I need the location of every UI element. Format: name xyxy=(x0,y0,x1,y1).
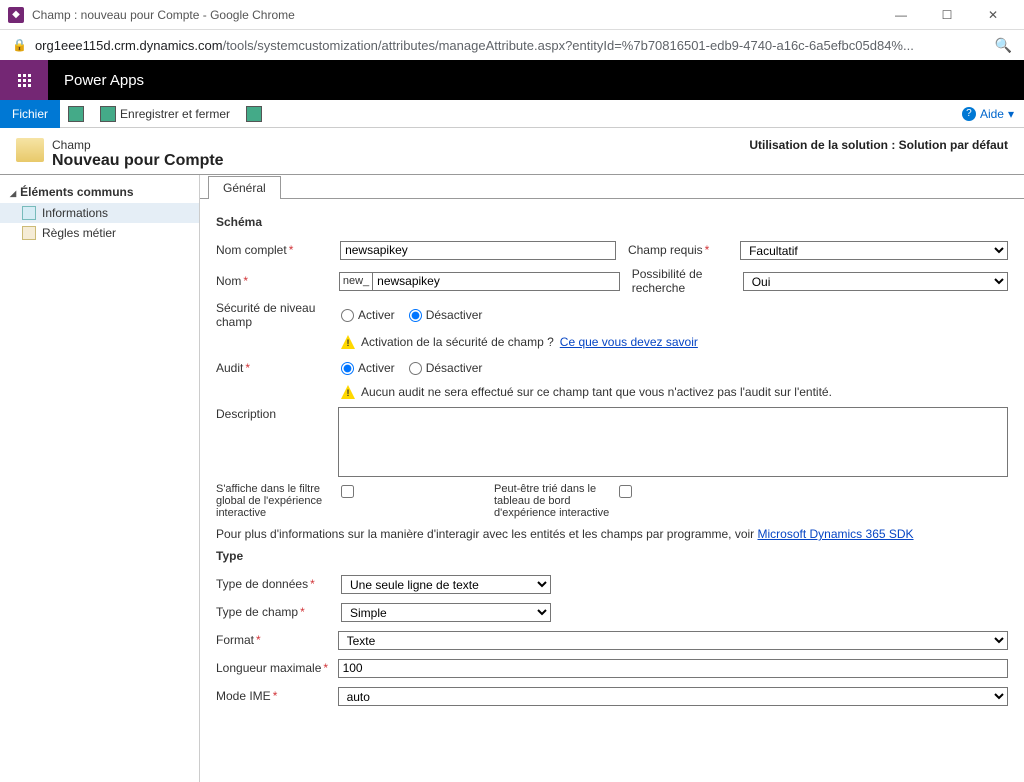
label-field-type: Type de champ* xyxy=(216,605,341,619)
label-format: Format* xyxy=(216,633,338,647)
app-header: Power Apps xyxy=(0,60,1024,100)
warning-icon xyxy=(341,335,355,349)
fs-info-link[interactable]: Ce que vous devez savoir xyxy=(560,335,698,349)
lock-icon: 🔒 xyxy=(12,38,27,52)
description-textarea[interactable] xyxy=(338,407,1008,477)
window-controls: ― ☐ ✕ xyxy=(878,0,1016,30)
audit-deactivate-radio[interactable]: Désactiver xyxy=(409,361,483,375)
left-nav: Éléments communs Informations Règles mét… xyxy=(0,175,200,782)
ime-select[interactable]: auto xyxy=(338,687,1008,706)
global-filter-checkbox[interactable] xyxy=(341,485,354,498)
tabs: Général xyxy=(200,175,1024,199)
maximize-button[interactable]: ☐ xyxy=(924,0,970,30)
rules-icon xyxy=(22,226,36,240)
label-sortable: Peut-être trié dans le tableau de bord d… xyxy=(494,483,619,519)
name-input[interactable] xyxy=(373,272,620,291)
requirement-select[interactable]: Facultatif xyxy=(740,241,1008,260)
field-type-select[interactable]: Simple xyxy=(341,603,551,622)
help-icon: ? xyxy=(962,107,976,121)
page-title: Nouveau pour Compte xyxy=(52,152,224,170)
label-ime: Mode IME* xyxy=(216,689,338,703)
content-area: Général Schéma Nom complet* Champ requis… xyxy=(200,175,1024,782)
toolbar: Fichier Enregistrer et fermer ?Aide▾ xyxy=(0,100,1024,128)
nav-item-business-rules[interactable]: Règles métier xyxy=(0,223,199,243)
help-button[interactable]: ?Aide▾ xyxy=(952,107,1024,121)
save-close-icon xyxy=(100,106,116,122)
label-audit: Audit* xyxy=(216,361,341,375)
publish-button[interactable] xyxy=(238,100,270,128)
zoom-icon[interactable]: 🔍 xyxy=(995,37,1012,54)
audit-activate-radio[interactable]: Activer xyxy=(341,361,395,375)
sdk-note: Pour plus d'informations sur la manière … xyxy=(216,527,1008,541)
save-button[interactable] xyxy=(60,100,92,128)
audit-info: Aucun audit ne sera effectué sur ce cham… xyxy=(341,385,1008,399)
save-icon xyxy=(68,106,84,122)
nav-item-informations[interactable]: Informations xyxy=(0,203,199,223)
nav-section-common[interactable]: Éléments communs xyxy=(0,181,199,203)
fs-deactivate-radio[interactable]: Désactiver xyxy=(409,308,483,322)
format-select[interactable]: Texte xyxy=(338,631,1008,650)
waffle-button[interactable] xyxy=(0,60,48,100)
label-requirement: Champ requis* xyxy=(616,243,740,257)
window-title: Champ : nouveau pour Compte - Google Chr… xyxy=(32,8,878,22)
label-display-name: Nom complet* xyxy=(216,243,340,257)
name-prefix: new_ xyxy=(339,272,373,291)
url-text[interactable]: org1eee115d.crm.dynamics.com/tools/syste… xyxy=(35,38,987,53)
solution-context: Utilisation de la solution : Solution pa… xyxy=(749,138,1008,152)
label-global-filter: S'affiche dans le filtre global de l'exp… xyxy=(216,483,341,519)
label-maxlen: Longueur maximale* xyxy=(216,661,338,675)
page-title-row: Champ Nouveau pour Compte Utilisation de… xyxy=(0,128,1024,175)
label-searchable: Possibilité de recherche xyxy=(620,267,743,295)
label-data-type: Type de données* xyxy=(216,577,341,591)
info-icon xyxy=(22,206,36,220)
warning-icon xyxy=(341,385,355,399)
close-button[interactable]: ✕ xyxy=(970,0,1016,30)
form-area: Schéma Nom complet* Champ requis* Facult… xyxy=(200,199,1024,723)
folder-icon xyxy=(16,138,44,162)
favicon-icon: ◆ xyxy=(8,7,24,23)
sortable-checkbox[interactable] xyxy=(619,485,632,498)
fs-activate-radio[interactable]: Activer xyxy=(341,308,395,322)
label-description: Description xyxy=(216,407,338,421)
fs-info: Activation de la sécurité de champ ? Ce … xyxy=(341,335,1008,349)
label-field-security: Sécurité de niveau champ xyxy=(216,301,341,329)
label-name: Nom* xyxy=(216,274,339,288)
tab-general[interactable]: Général xyxy=(208,176,281,199)
save-close-button[interactable]: Enregistrer et fermer xyxy=(92,100,238,128)
data-type-select[interactable]: Une seule ligne de texte xyxy=(341,575,551,594)
minimize-button[interactable]: ― xyxy=(878,0,924,30)
file-button[interactable]: Fichier xyxy=(0,100,60,128)
display-name-input[interactable] xyxy=(340,241,616,260)
section-type: Type xyxy=(216,549,1008,563)
browser-titlebar: ◆ Champ : nouveau pour Compte - Google C… xyxy=(0,0,1024,30)
browser-addressbar: 🔒 org1eee115d.crm.dynamics.com/tools/sys… xyxy=(0,30,1024,60)
searchable-select[interactable]: Oui xyxy=(743,272,1008,291)
publish-icon xyxy=(246,106,262,122)
sdk-link[interactable]: Microsoft Dynamics 365 SDK xyxy=(758,527,914,541)
entity-label: Champ xyxy=(52,138,224,152)
section-schema: Schéma xyxy=(216,215,1008,229)
app-name: Power Apps xyxy=(48,72,160,89)
maxlen-input[interactable] xyxy=(338,659,1008,678)
